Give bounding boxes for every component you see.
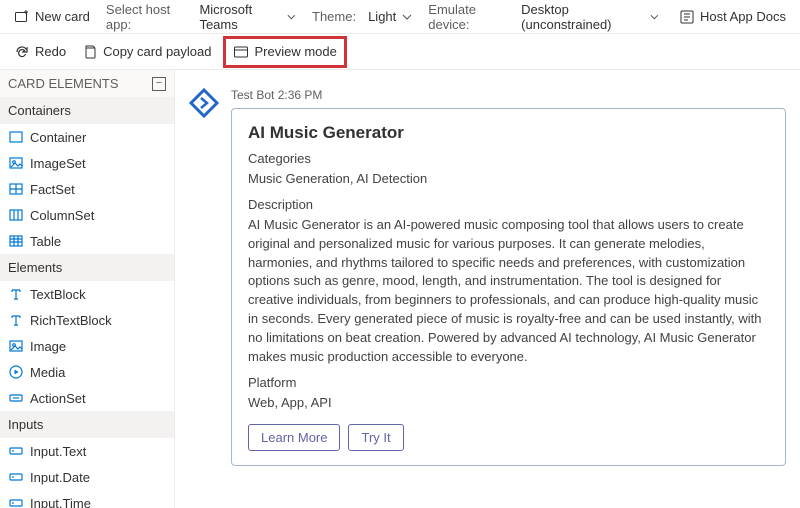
- sidebar-item-textblock[interactable]: TextBlock: [0, 281, 174, 307]
- sidebar-item-input-date[interactable]: Input.Date: [0, 464, 174, 490]
- preview-pane: Test Bot 2:36 PM AI Music Generator Cate…: [175, 70, 800, 508]
- sidebar-item-richtextblock[interactable]: RichTextBlock: [0, 307, 174, 333]
- card-elements-sidebar: CARD ELEMENTS − Containers Container Image…: [0, 70, 175, 508]
- host-app-value: Microsoft Teams: [199, 2, 281, 32]
- theme-label: Theme:: [306, 9, 358, 24]
- device-select[interactable]: Desktop (unconstrained): [515, 0, 665, 36]
- sidebar-item-label: Input.Date: [30, 470, 90, 485]
- host-app-select[interactable]: Microsoft Teams: [193, 0, 302, 36]
- sidebar-item-label: ColumnSet: [30, 208, 94, 223]
- device-label: Emulate device:: [422, 2, 511, 32]
- redo-label: Redo: [35, 44, 66, 59]
- sidebar-item-label: Image: [30, 339, 66, 354]
- element-icon: [8, 286, 24, 302]
- element-icon: [8, 443, 24, 459]
- sidebar-item-imageset[interactable]: ImageSet: [0, 150, 174, 176]
- sidebar-item-label: TextBlock: [30, 287, 86, 302]
- sidebar-item-label: Container: [30, 130, 86, 145]
- platform-label: Platform: [248, 375, 769, 390]
- sidebar-header: CARD ELEMENTS −: [0, 70, 174, 97]
- learn-more-button[interactable]: Learn More: [248, 424, 340, 451]
- element-icon: [8, 364, 24, 380]
- preview-icon: [233, 44, 249, 60]
- sidebar-item-label: ActionSet: [30, 391, 86, 406]
- main-area: CARD ELEMENTS − Containers Container Image…: [0, 70, 800, 508]
- sidebar-item-input-time[interactable]: Input.Time: [0, 490, 174, 508]
- element-icon: [8, 207, 24, 223]
- element-icon: [8, 495, 24, 508]
- redo-icon: [14, 44, 30, 60]
- preview-mode-button[interactable]: Preview mode: [227, 40, 342, 64]
- element-icon: [8, 390, 24, 406]
- sidebar-item-container[interactable]: Container: [0, 124, 174, 150]
- sidebar-title: CARD ELEMENTS: [8, 76, 119, 91]
- secondary-toolbar: Redo Copy card payload Preview mode: [0, 34, 800, 70]
- sidebar-item-actionset[interactable]: ActionSet: [0, 385, 174, 411]
- chevron-down-icon: [650, 12, 659, 22]
- sidebar-group-inputs[interactable]: Inputs: [0, 411, 174, 438]
- preview-label: Preview mode: [254, 44, 336, 59]
- sidebar-item-input-text[interactable]: Input.Text: [0, 438, 174, 464]
- sidebar-item-label: Media: [30, 365, 65, 380]
- docs-label: Host App Docs: [700, 9, 786, 24]
- element-icon: [8, 338, 24, 354]
- theme-value: Light: [368, 9, 396, 24]
- chevron-down-icon: [287, 12, 296, 22]
- card-title: AI Music Generator: [248, 123, 769, 143]
- host-app-docs-button[interactable]: Host App Docs: [673, 5, 792, 29]
- sidebar-group-containers[interactable]: Containers: [0, 97, 174, 124]
- sidebar-item-label: FactSet: [30, 182, 75, 197]
- copy-label: Copy card payload: [103, 44, 211, 59]
- try-it-button[interactable]: Try It: [348, 424, 403, 451]
- theme-select[interactable]: Light: [362, 5, 418, 28]
- card-actions: Learn More Try It: [248, 424, 769, 451]
- element-icon: [8, 233, 24, 249]
- adaptive-card: AI Music Generator Categories Music Gene…: [231, 108, 786, 466]
- main-toolbar: New card Select host app: Microsoft Team…: [0, 0, 800, 34]
- copy-payload-button[interactable]: Copy card payload: [76, 40, 217, 64]
- redo-button[interactable]: Redo: [8, 40, 72, 64]
- description-value: AI Music Generator is an AI-powered musi…: [248, 216, 769, 367]
- description-label: Description: [248, 197, 769, 212]
- element-icon: [8, 181, 24, 197]
- element-icon: [8, 469, 24, 485]
- element-icon: [8, 155, 24, 171]
- docs-icon: [679, 9, 695, 25]
- categories-value: Music Generation, AI Detection: [248, 170, 769, 189]
- bot-header: Test Bot 2:36 PM: [231, 88, 786, 102]
- bot-avatar: [187, 86, 221, 120]
- new-card-label: New card: [35, 9, 90, 24]
- host-app-label: Select host app:: [100, 2, 190, 32]
- device-value: Desktop (unconstrained): [521, 2, 644, 32]
- sidebar-item-factset[interactable]: FactSet: [0, 176, 174, 202]
- element-icon: [8, 312, 24, 328]
- new-card-icon: [14, 9, 30, 25]
- collapse-icon[interactable]: −: [152, 77, 166, 91]
- sidebar-item-label: Input.Text: [30, 444, 86, 459]
- sidebar-item-label: Table: [30, 234, 61, 249]
- new-card-button[interactable]: New card: [8, 5, 96, 29]
- sidebar-item-media[interactable]: Media: [0, 359, 174, 385]
- categories-label: Categories: [248, 151, 769, 166]
- sidebar-item-label: RichTextBlock: [30, 313, 112, 328]
- bot-message: Test Bot 2:36 PM AI Music Generator Cate…: [187, 80, 800, 466]
- sidebar-item-label: Input.Time: [30, 496, 91, 508]
- sidebar-item-label: ImageSet: [30, 156, 86, 171]
- sidebar-item-table[interactable]: Table: [0, 228, 174, 254]
- element-icon: [8, 129, 24, 145]
- copy-icon: [82, 44, 98, 60]
- sidebar-item-columnset[interactable]: ColumnSet: [0, 202, 174, 228]
- sidebar-item-image[interactable]: Image: [0, 333, 174, 359]
- chevron-down-icon: [402, 12, 412, 22]
- sidebar-group-elements[interactable]: Elements: [0, 254, 174, 281]
- platform-value: Web, App, API: [248, 394, 769, 413]
